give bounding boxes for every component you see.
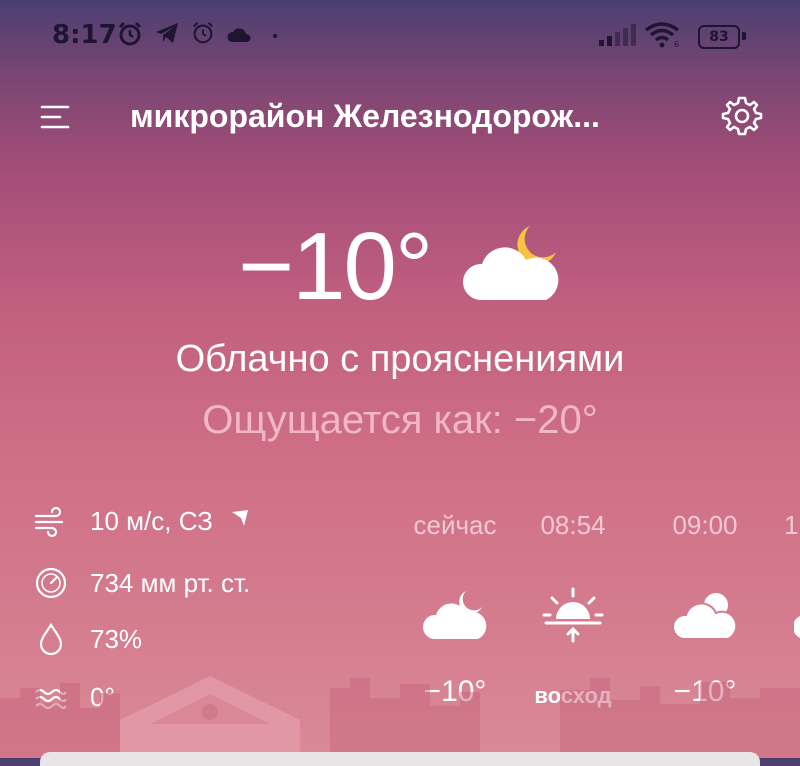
location-title[interactable]: микрорайон Железнодорож... xyxy=(130,98,600,135)
partly-cloudy-icon xyxy=(794,616,800,638)
partly-cloudy-night-icon xyxy=(462,226,559,300)
wifi-icon: 6 xyxy=(644,22,679,48)
signal-icon xyxy=(599,24,636,46)
hourly-item-0900[interactable]: 09:00 −10° xyxy=(640,505,770,708)
wind-direction-arrow-icon xyxy=(232,510,248,526)
condition-text: Облачно с прояснениями xyxy=(175,338,625,380)
battery-cap xyxy=(742,32,746,40)
feels-like-text: Ощущается как: −20° xyxy=(202,398,598,442)
gear-icon[interactable] xyxy=(720,94,764,138)
map-card-edge[interactable] xyxy=(40,752,760,766)
telegram-icon xyxy=(156,23,178,43)
wind-value: 10 м/с, СЗ xyxy=(90,506,213,536)
status-time: 8:17 xyxy=(52,20,117,50)
svg-text:6: 6 xyxy=(674,40,679,48)
hourly-time: 08:54 xyxy=(540,510,606,540)
hourly-item-next[interactable]: 1 xyxy=(760,505,800,643)
status-bar: 8:17 6 83 xyxy=(0,0,800,70)
pressure-gauge-icon xyxy=(35,567,67,599)
pressure-value: 734 мм рт. ст. xyxy=(90,568,251,598)
cloud-status-icon xyxy=(227,28,251,42)
menu-icon[interactable] xyxy=(40,102,74,132)
header: микрорайон Железнодорож... xyxy=(0,92,800,144)
sunrise-icon xyxy=(542,587,604,643)
hourly-time: 09:00 xyxy=(672,510,738,540)
alarm-clock-icon xyxy=(118,21,142,46)
partly-cloudy-icon xyxy=(672,593,738,640)
hourly-time: 1 xyxy=(784,510,799,540)
hourly-time: сейчас xyxy=(413,510,497,540)
alarm-icon xyxy=(192,22,214,44)
battery-indicator: 83 xyxy=(698,25,740,49)
wind-icon xyxy=(34,506,64,538)
dot-icon xyxy=(273,34,277,38)
hourly-item-now[interactable]: сейчас −10° xyxy=(390,505,520,708)
hourly-item-sunrise[interactable]: 08:54 восход xyxy=(508,505,638,708)
current-temperature: −10° xyxy=(238,213,433,320)
partly-cloudy-night-icon xyxy=(422,591,487,639)
city-skyline-illustration xyxy=(0,676,800,758)
